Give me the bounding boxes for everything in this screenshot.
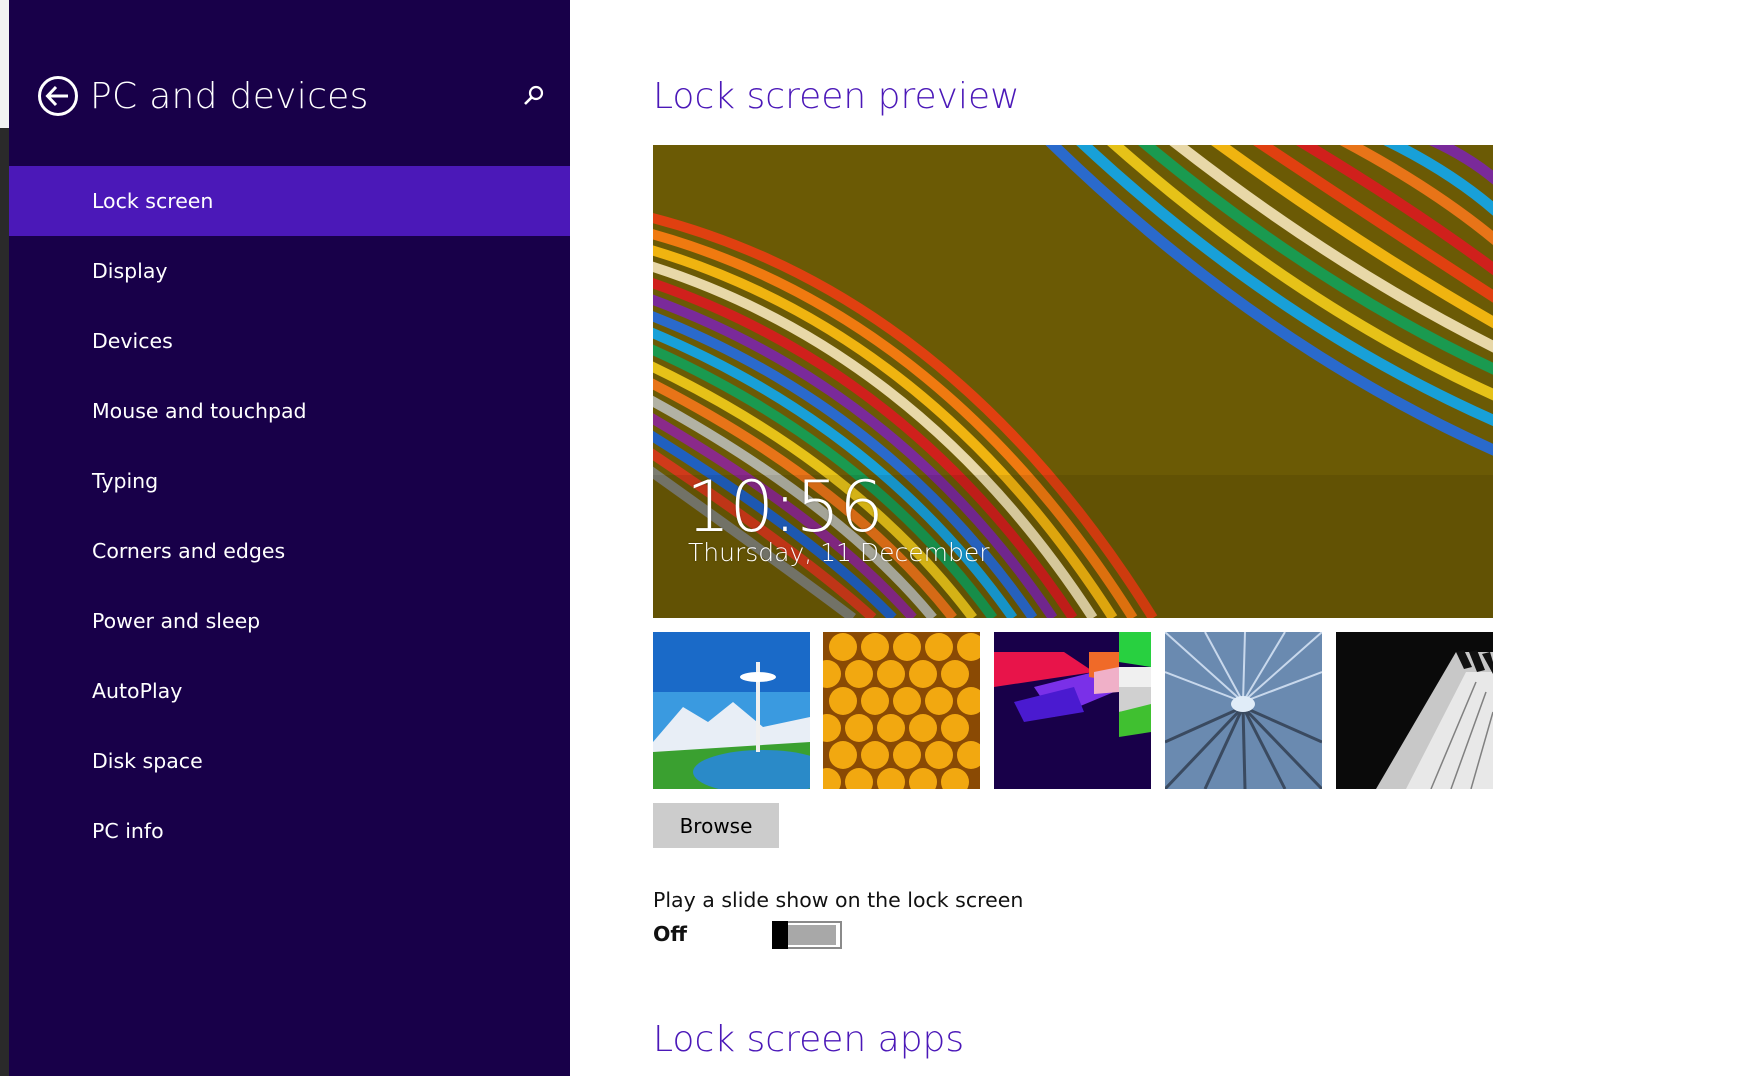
sidebar-item-display[interactable]: Display (9, 236, 570, 306)
piano-keys-image (1336, 632, 1493, 789)
thumbnail-space-needle[interactable] (653, 632, 810, 789)
space-needle-landscape-image (653, 632, 810, 789)
honeycomb-image (823, 632, 980, 789)
search-button[interactable] (516, 80, 550, 114)
thumbnail-geometric[interactable] (994, 632, 1151, 789)
browse-button[interactable]: Browse (653, 803, 779, 848)
sidebar-item-devices[interactable]: Devices (9, 306, 570, 376)
lock-screen-apps-heading: Lock screen apps (653, 1019, 965, 1060)
sidebar-item-power-and-sleep[interactable]: Power and sleep (9, 586, 570, 656)
wallpaper-thumbnails (653, 632, 1493, 789)
background-window-edge (0, 0, 9, 1076)
slideshow-toggle[interactable] (772, 921, 842, 949)
sidebar-nav: Lock screen Display Devices Mouse and to… (9, 166, 570, 866)
sidebar-item-corners-and-edges[interactable]: Corners and edges (9, 516, 570, 586)
background-window-edge-top (0, 0, 9, 128)
motion-tunnel-image (1165, 632, 1322, 789)
lock-screen-time: 10:56 (686, 466, 884, 548)
main-content: Lock screen preview 10:56 Thursday, 11 D… (570, 0, 1748, 1076)
lock-screen-preview-heading: Lock screen preview (653, 76, 1020, 117)
thumbnail-tunnel[interactable] (1165, 632, 1322, 789)
slideshow-toggle-state: Off (653, 922, 688, 946)
lock-screen-date: Thursday, 11 December (688, 538, 990, 567)
sidebar-item-disk-space[interactable]: Disk space (9, 726, 570, 796)
back-arrow-circle-icon (38, 76, 78, 116)
thumbnail-honeycomb[interactable] (823, 632, 980, 789)
sidebar-header: PC and devices (36, 72, 556, 122)
toggle-knob[interactable] (772, 921, 788, 949)
search-icon (524, 85, 544, 105)
thumbnail-piano[interactable] (1336, 632, 1493, 789)
back-button[interactable] (36, 74, 80, 118)
lock-screen-preview: 10:56 Thursday, 11 December (653, 145, 1493, 618)
sidebar: PC and devices Lock screen Display Devic… (9, 0, 570, 1076)
sidebar-item-typing[interactable]: Typing (9, 446, 570, 516)
sidebar-item-autoplay[interactable]: AutoPlay (9, 656, 570, 726)
sidebar-item-pc-info[interactable]: PC info (9, 796, 570, 866)
sidebar-item-lock-screen[interactable]: Lock screen (9, 166, 570, 236)
sidebar-item-mouse-and-touchpad[interactable]: Mouse and touchpad (9, 376, 570, 446)
page-title: PC and devices (90, 76, 369, 117)
slideshow-setting-label: Play a slide show on the lock screen (653, 888, 1024, 912)
geometric-shapes-image (994, 632, 1151, 789)
